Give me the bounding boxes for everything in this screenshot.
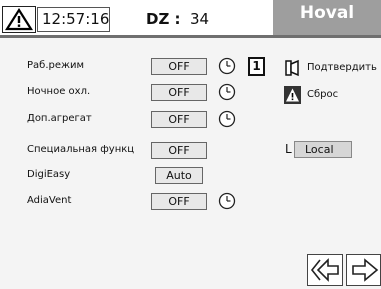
digieasy-value[interactable]: Auto: [155, 167, 203, 184]
row-label-special-function: Специальная функц: [27, 144, 135, 155]
arrow-right-icon: [352, 258, 379, 282]
mode-letter: L: [285, 142, 292, 156]
clock-time: 12:57:16: [37, 7, 110, 32]
row-label-night-cooling: Ночное охл.: [27, 86, 91, 97]
row-label-operating-mode: Раб.режим: [27, 60, 85, 71]
row-label-digieasy: DigiEasy: [27, 169, 71, 180]
operating-mode-value[interactable]: OFF: [151, 58, 207, 75]
next-button[interactable]: [346, 254, 381, 286]
dz-value: 34: [190, 10, 210, 28]
adiavent-value[interactable]: OFF: [151, 193, 207, 210]
mode-local-value[interactable]: Local: [294, 141, 352, 158]
back-button[interactable]: [307, 254, 343, 286]
dz-label: DZ :: [146, 10, 181, 28]
clock-icon[interactable]: [218, 83, 236, 101]
double-arrow-left-icon: [310, 258, 339, 282]
clock-icon[interactable]: [218, 57, 236, 75]
aux-unit-value[interactable]: OFF: [151, 111, 207, 128]
reset-label[interactable]: Сброс: [307, 88, 338, 102]
warning-icon: [5, 7, 33, 31]
row-label-aux-unit: Доп.агрегат: [27, 113, 92, 124]
clock-icon[interactable]: [218, 192, 236, 210]
confirm-label[interactable]: Подтвердить: [307, 61, 377, 75]
header-divider: [0, 35, 381, 38]
clock-icon[interactable]: [218, 110, 236, 128]
special-function-value[interactable]: OFF: [151, 142, 207, 159]
bell-off-icon[interactable]: [284, 59, 301, 77]
alarm-button[interactable]: [2, 6, 36, 33]
row-label-adiavent: AdiaVent: [27, 195, 72, 206]
night-cooling-value[interactable]: OFF: [151, 84, 207, 101]
program-one-button[interactable]: 1: [248, 57, 265, 76]
brand-logo: Hoval: [273, 0, 381, 35]
warning-icon[interactable]: [284, 86, 301, 104]
